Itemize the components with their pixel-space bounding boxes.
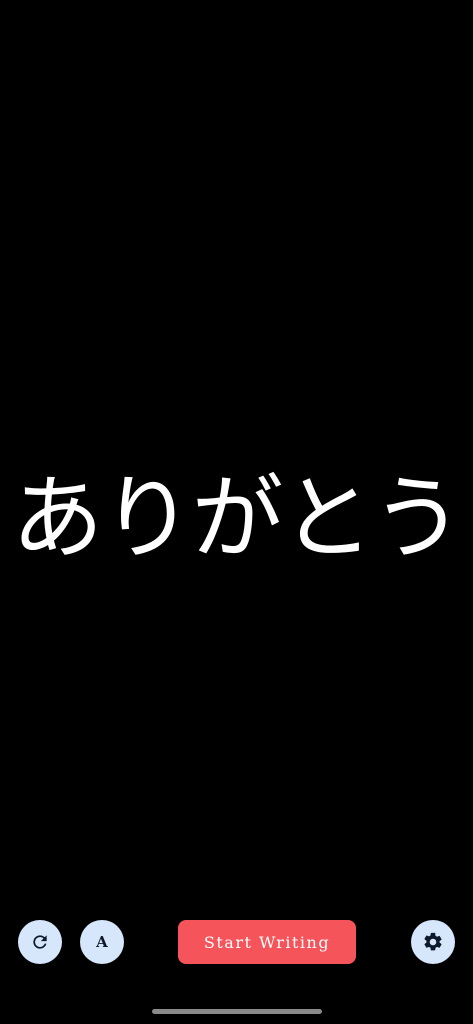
- refresh-button[interactable]: [18, 920, 62, 964]
- font-button[interactable]: A: [80, 920, 124, 964]
- font-icon: A: [96, 933, 108, 951]
- app-screen: ありがとう A Start Writing: [0, 0, 473, 1024]
- refresh-icon: [30, 932, 50, 952]
- bottom-toolbar: A Start Writing: [0, 916, 473, 968]
- display-text: ありがとう: [11, 464, 463, 572]
- home-indicator[interactable]: [152, 1009, 322, 1014]
- settings-button[interactable]: [411, 920, 455, 964]
- start-writing-button[interactable]: Start Writing: [178, 920, 356, 964]
- gear-icon: [422, 931, 444, 953]
